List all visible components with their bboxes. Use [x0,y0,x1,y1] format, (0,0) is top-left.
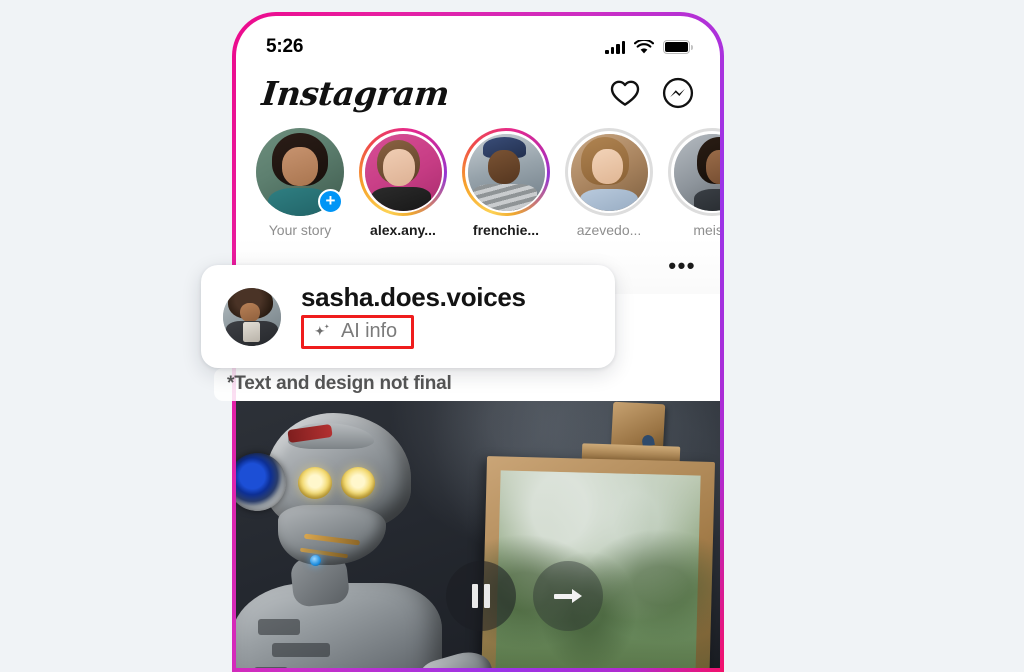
next-button[interactable] [533,561,603,631]
messenger-icon[interactable] [662,77,694,109]
story-item-your-story[interactable]: + Your story [256,128,344,238]
avatar [467,133,545,211]
cellular-signal-icon [605,40,625,54]
story-label: Your story [268,222,332,238]
app-header: Instagram [236,64,720,122]
instagram-logo: Instagram [259,73,451,113]
arrow-right-icon [554,585,582,607]
story-inner [568,131,650,213]
status-bar-icons [605,39,693,55]
story-item-meish[interactable]: meish [668,128,720,238]
ai-info-highlight-box[interactable]: AI info [301,315,414,350]
battery-icon [663,40,693,54]
story-label: meish [693,222,720,238]
story-ring [462,128,550,216]
story-inner [671,131,720,213]
story-item-azevedo[interactable]: azevedo... [565,128,653,238]
pause-icon [472,584,490,608]
story-inner [362,131,444,213]
pause-button[interactable] [446,561,516,631]
story-item-alex[interactable]: alex.any... [359,128,447,238]
story-ring [668,128,720,216]
sparkle-ai-icon [314,323,330,336]
account-username[interactable]: sasha.does.voices [301,283,526,311]
story-ring [359,128,447,216]
disclaimer-badge: *Text and design not final [214,368,465,401]
story-inner [465,131,547,213]
ai-info-label: AI info [341,320,397,343]
story-item-frenchie[interactable]: frenchie... [462,128,550,238]
story-label: azevedo... [576,222,642,238]
post-more-options-button[interactable]: ••• [668,255,696,277]
add-story-badge[interactable]: + [318,189,343,214]
avatar [570,133,648,211]
ai-card-text: sasha.does.voices AI info [301,283,526,350]
status-bar: 5:26 [236,16,720,64]
post-media[interactable] [236,401,720,668]
stories-row: + Your story alex.any... frenchie... aze… [236,122,720,238]
story-ring [565,128,653,216]
avatar [673,133,720,211]
status-bar-time: 5:26 [266,36,304,57]
wifi-icon [634,39,654,53]
story-label: frenchie... [472,222,540,238]
story-label: alex.any... [370,222,436,238]
avatar [364,133,442,211]
avatar [223,287,281,346]
header-actions [610,77,694,109]
heart-icon[interactable] [610,79,640,107]
ai-info-card: sasha.does.voices AI info [201,265,615,368]
